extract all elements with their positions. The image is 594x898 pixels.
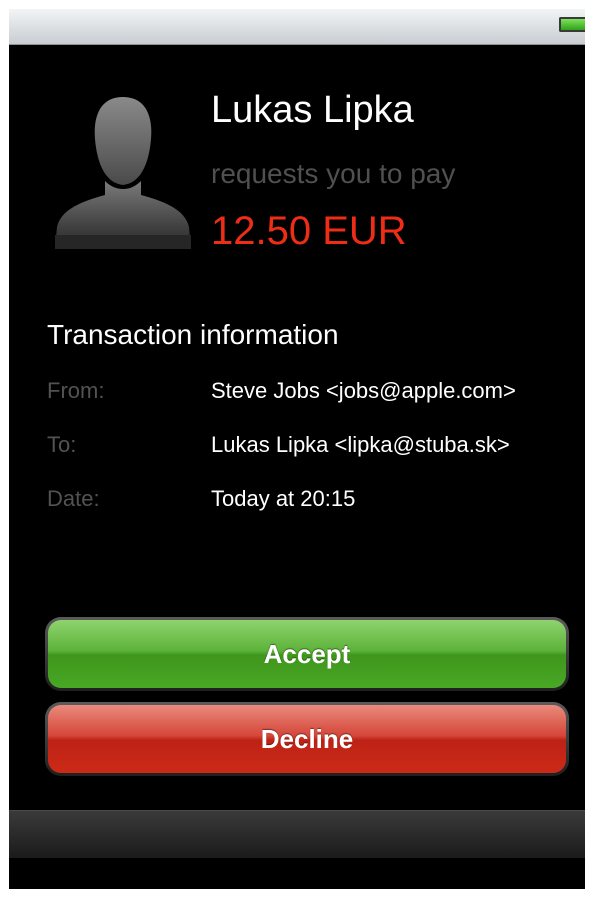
battery-full-icon [559,17,585,32]
decline-button-frame: Decline [45,702,569,776]
requester-name: Lukas Lipka [211,89,414,131]
decline-button[interactable]: Decline [48,705,566,773]
to-value: Lukas Lipka <lipka@stuba.sk> [211,432,510,457]
to-label: To: [47,432,77,457]
accept-button[interactable]: Accept [48,620,566,688]
accept-button-frame: Accept [45,617,569,691]
date-label: Date: [47,486,100,511]
bottom-toolbar [9,810,585,858]
person-silhouette-icon [53,97,193,249]
status-bar [9,9,585,45]
from-value: Steve Jobs <jobs@apple.com> [211,378,516,403]
payment-amount: 12.50 EUR [211,209,407,253]
payment-request-screen: Lukas Lipka requests you to pay 12.50 EU… [9,9,585,889]
transaction-info-title: Transaction information [47,319,339,350]
from-label: From: [47,378,105,403]
request-text: requests you to pay [211,158,456,189]
date-value: Today at 20:15 [211,486,356,511]
